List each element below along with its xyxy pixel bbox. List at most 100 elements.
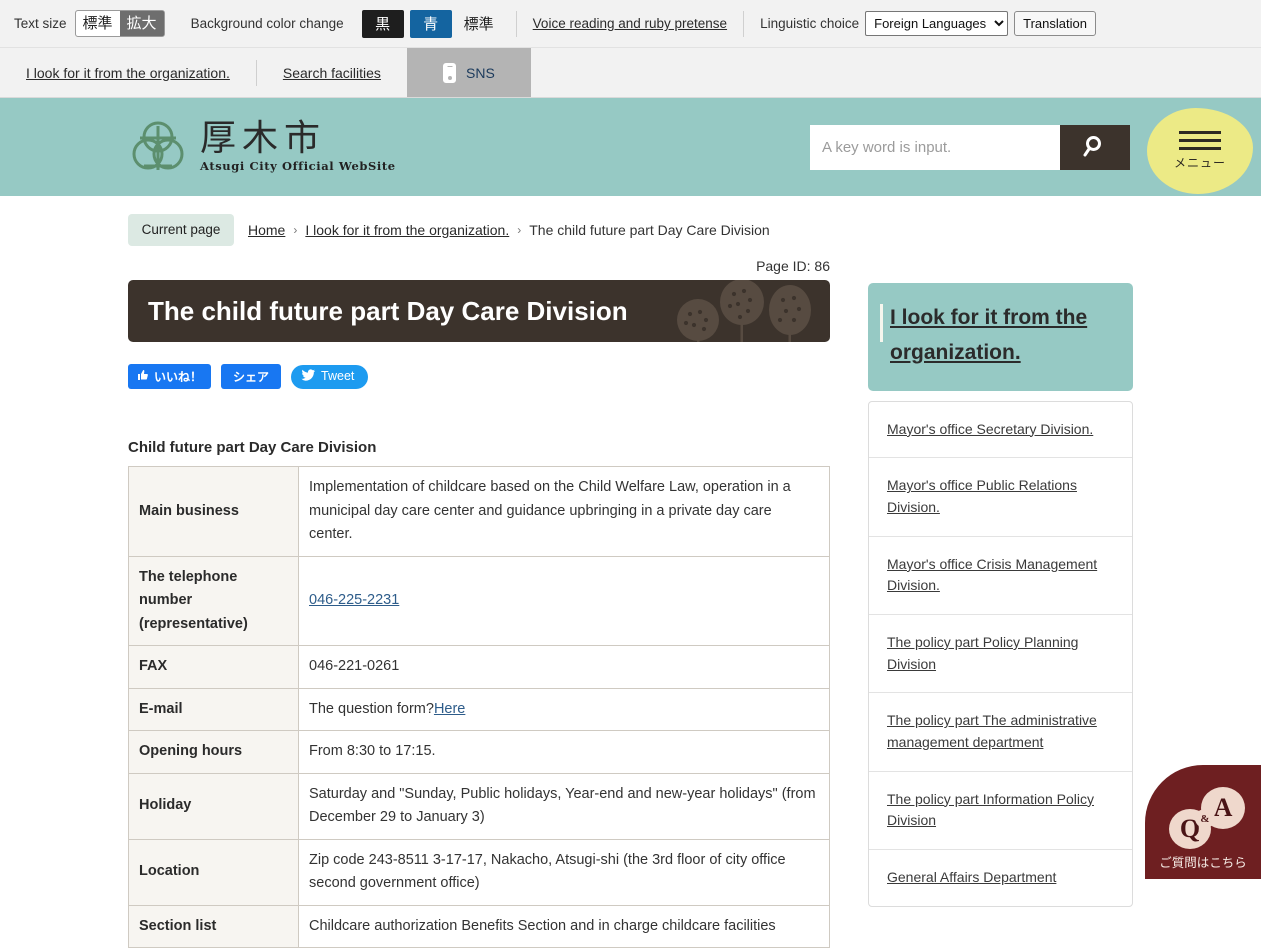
table-row: Location Zip code 243-8511 3-17-17, Naka… <box>128 838 830 906</box>
section-title: Child future part Day Care Division <box>128 439 377 457</box>
breadcrumb-separator: › <box>517 223 522 238</box>
site-search <box>810 125 1130 170</box>
sidebar: I look for it from the organization. May… <box>868 248 1133 948</box>
tab-label: I look for it from the organization. <box>26 64 230 81</box>
table-row: Main business Implementation of childcar… <box>128 466 830 557</box>
site-header: 厚木市 Atsugi City Official WebSite メニュー <box>0 98 1261 196</box>
facebook-share-button[interactable]: シェア <box>221 364 282 390</box>
sidebar-item-label[interactable]: Mayor's office Public Relations Division… <box>887 477 1077 515</box>
sidebar-item-public-relations-division[interactable]: Mayor's office Public Relations Division… <box>869 458 1132 537</box>
voice-reading-link[interactable]: Voice reading and ruby pretense <box>533 16 727 31</box>
sidebar-item-label[interactable]: General Affairs Department <box>887 869 1056 885</box>
language-select[interactable]: Foreign Languages <box>865 11 1009 36</box>
row-value: From 8:30 to 17:15. <box>298 730 830 774</box>
menu-button[interactable]: メニュー <box>1147 108 1253 194</box>
sidebar-heading-link[interactable]: I look for it from the organization. <box>890 306 1087 364</box>
breadcrumb-trail: Home › I look for it from the organizati… <box>248 222 770 238</box>
table-row: E-mail The question form?Here <box>128 687 830 732</box>
linguistic-choice-label: Linguistic choice <box>760 16 860 31</box>
breadcrumb-separator: › <box>293 223 298 238</box>
phone-icon <box>443 62 457 83</box>
site-logo[interactable]: 厚木市 Atsugi City Official WebSite <box>128 118 396 176</box>
facebook-like-button[interactable]: いいね！ <box>128 364 212 390</box>
sidebar-item-label[interactable]: The policy part Policy Planning Division <box>887 634 1078 672</box>
sidebar-item-label[interactable]: The policy part Information Policy Divis… <box>887 791 1094 829</box>
breadcrumb-organization[interactable]: I look for it from the organization. <box>305 222 509 238</box>
qa-bubble-amp: & <box>1195 809 1215 828</box>
search-button[interactable] <box>1060 125 1130 170</box>
row-value: Zip code 243-8511 3-17-17, Nakacho, Atsu… <box>298 838 830 906</box>
background-blue-button[interactable]: 青 <box>409 9 452 38</box>
twitter-tweet-button[interactable]: Tweet <box>291 364 369 389</box>
tab-search-facilities[interactable]: Search facilities <box>257 48 407 97</box>
sidebar-item-label[interactable]: Mayor's office Secretary Division. <box>887 421 1093 437</box>
sidebar-item-policy-planning-division[interactable]: The policy part Policy Planning Division <box>869 615 1132 694</box>
sidebar-item-general-affairs-department[interactable]: General Affairs Department <box>869 850 1132 906</box>
qa-help-button[interactable]: A Q & ご質問はこちら <box>1145 765 1261 879</box>
utility-tab-bar: I look for it from the organization. Sea… <box>0 48 1261 98</box>
sidebar-item-label[interactable]: The policy part The administrative manag… <box>887 712 1097 750</box>
breadcrumb-current: The child future part Day Care Division <box>529 222 770 239</box>
background-color-label: Background color change <box>190 16 344 31</box>
main-column: Page ID: 86 The child future part Day Ca… <box>128 248 830 948</box>
table-row: Section list Childcare authorization Ben… <box>128 904 830 948</box>
table-row: FAX 046-221-0261 <box>128 645 830 689</box>
row-header: Location <box>128 838 299 906</box>
share-buttons: いいね！ シェア Tweet <box>128 364 830 390</box>
sidebar-item-information-policy-division[interactable]: The policy part Information Policy Divis… <box>869 772 1132 851</box>
tweet-label: Tweet <box>321 369 355 384</box>
table-row: Holiday Saturday and "Sunday, Public hol… <box>128 772 830 840</box>
row-header: E-mail <box>128 687 299 732</box>
twitter-bird-icon <box>301 369 316 384</box>
menu-label: メニュー <box>1173 156 1226 170</box>
row-header: Main business <box>128 466 299 557</box>
page-title: The child future part Day Care Division <box>128 280 830 343</box>
logo-kanji: 厚木市 <box>200 118 327 160</box>
sidebar-heading[interactable]: I look for it from the organization. <box>868 283 1133 391</box>
email-here-link[interactable]: Here <box>434 701 465 717</box>
tab-label: SNS <box>466 64 495 81</box>
row-header: Holiday <box>128 772 299 840</box>
row-header: The telephone number (representative) <box>128 555 299 647</box>
qa-caption: ご質問はこちら <box>1159 855 1247 870</box>
breadcrumb: Current page Home › I look for it from t… <box>0 196 1261 247</box>
sidebar-item-secretary-division[interactable]: Mayor's office Secretary Division. <box>869 402 1132 459</box>
decorative-plants-icon <box>660 280 830 343</box>
page-body: Current page Home › I look for it from t… <box>0 196 1261 948</box>
text-size-label: Text size <box>14 16 67 31</box>
background-black-button[interactable]: 黒 <box>361 9 404 38</box>
tab-look-from-organization[interactable]: I look for it from the organization. <box>0 48 256 97</box>
breadcrumb-home[interactable]: Home <box>248 222 285 238</box>
background-standard-button[interactable]: 標準 <box>457 9 500 38</box>
logo-roman: Atsugi City Official WebSite <box>200 159 396 174</box>
row-header: FAX <box>128 645 299 689</box>
current-page-badge: Current page <box>128 214 234 247</box>
accessibility-toolbar: Text size 標準 拡大 Background color change … <box>0 0 1261 48</box>
divider <box>743 10 745 37</box>
thumbs-up-icon <box>137 369 149 384</box>
sidebar-list: Mayor's office Secretary Division. Mayor… <box>868 400 1133 907</box>
hamburger-icon <box>1179 131 1221 150</box>
row-value: Saturday and "Sunday, Public holidays, Y… <box>298 772 830 840</box>
table-row: Opening hours From 8:30 to 17:15. <box>128 730 830 774</box>
telephone-link[interactable]: 046-225-2231 <box>309 592 399 608</box>
sidebar-item-crisis-management-division[interactable]: Mayor's office Crisis Management Divisio… <box>869 537 1132 615</box>
page-id: Page ID: 86 <box>756 258 830 275</box>
sidebar-item-label[interactable]: Mayor's office Crisis Management Divisio… <box>887 556 1097 594</box>
like-label: いいね！ <box>154 370 203 385</box>
email-text: The question form? <box>309 700 434 717</box>
row-value: 046-221-0261 <box>298 645 830 689</box>
division-info-table: Main business Implementation of childcar… <box>128 466 830 948</box>
sidebar-item-administrative-management-department[interactable]: The policy part The administrative manag… <box>869 693 1132 772</box>
row-value: Childcare authorization Benefits Section… <box>298 904 830 948</box>
tab-sns[interactable]: SNS <box>406 48 531 97</box>
text-size-group: 標準 拡大 <box>74 9 165 38</box>
translation-button[interactable]: Translation <box>1014 11 1096 36</box>
search-input[interactable] <box>810 125 1060 170</box>
row-header: Section list <box>128 904 299 948</box>
text-size-standard-button[interactable]: 標準 <box>75 10 120 37</box>
row-value: The question form?Here <box>298 687 830 732</box>
text-size-large-button[interactable]: 拡大 <box>119 10 164 37</box>
atsugi-crest-icon <box>128 118 190 176</box>
row-value: Implementation of childcare based on the… <box>298 466 830 557</box>
